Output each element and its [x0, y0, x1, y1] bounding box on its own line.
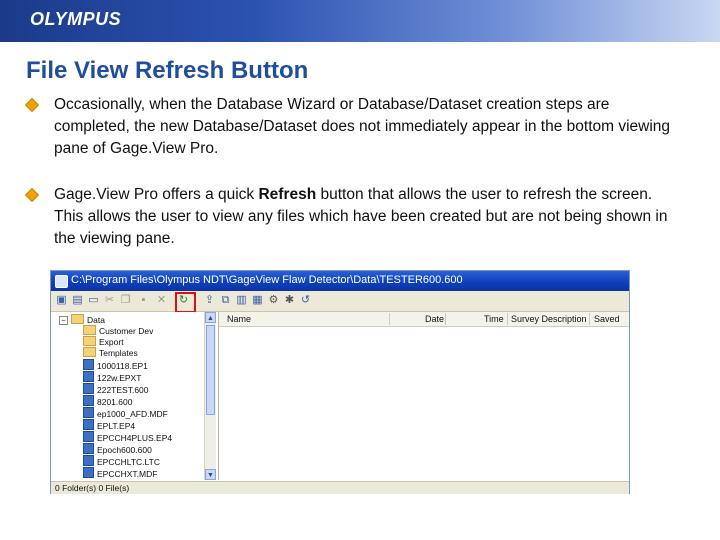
tree-file[interactable]: 8201.600 — [83, 395, 132, 407]
scroll-thumb[interactable] — [206, 325, 215, 415]
folder-tree: − Data Customer Dev Export Templates 100… — [53, 312, 216, 480]
delete-icon[interactable]: ✕ — [155, 294, 168, 307]
bullet-text: Gage.View Pro offers a quick Refresh but… — [54, 186, 668, 247]
file-icon — [83, 383, 94, 394]
file-icon — [83, 443, 94, 454]
toolbar: ▣ ▤ ▭ ✂ ❐ ▪ ✕ ↻ ⇪ ⧉ ▥ ▦ ⚙ ✱ ↺ — [51, 291, 629, 313]
folder-icon — [83, 325, 96, 335]
tree-file[interactable]: Epoch600.600 — [83, 443, 152, 455]
tree-folder[interactable]: Templates — [83, 347, 138, 358]
copy-icon[interactable]: ❐ — [119, 294, 132, 307]
tree-file[interactable]: ep1000_AFD.MDF — [83, 407, 168, 419]
file-icon — [83, 467, 94, 478]
bullet-icon — [24, 187, 40, 203]
file-icon — [83, 359, 94, 370]
header-banner: OLYMPUS — [0, 0, 720, 42]
tools-icon[interactable]: ✱ — [283, 294, 296, 307]
slide-title: File View Refresh Button — [26, 57, 309, 84]
collapse-icon[interactable]: − — [59, 316, 68, 325]
olympus-logo: OLYMPUS — [30, 9, 122, 29]
file-icon — [83, 395, 94, 406]
window-title: C:\Program Files\Olympus NDT\GageView Fl… — [71, 274, 463, 286]
column-saved[interactable]: Saved — [594, 313, 620, 325]
scroll-down-icon[interactable]: ▼ — [205, 469, 216, 480]
bullet-text: Occasionally, when the Database Wizard o… — [54, 96, 671, 157]
folder-icon[interactable]: ▭ — [87, 294, 100, 307]
undo-icon[interactable]: ↺ — [299, 294, 312, 307]
file-icon — [83, 407, 94, 418]
tree-root[interactable]: − Data — [53, 314, 203, 325]
file-list-pane: Name Date Time Survey Description Saved — [218, 312, 629, 480]
folder-up-icon[interactable]: ⇪ — [203, 294, 216, 307]
window-titlebar: C:\Program Files\Olympus NDT\GageView Fl… — [51, 271, 629, 291]
folder-icon — [71, 314, 84, 324]
tree-scrollbar[interactable]: ▲ ▼ — [204, 312, 216, 480]
column-survey-description[interactable]: Survey Description — [511, 313, 587, 325]
tree-file[interactable]: 222TEST.600 — [83, 383, 149, 395]
file-icon — [83, 419, 94, 430]
cut-icon[interactable]: ✂ — [103, 294, 116, 307]
tree-file[interactable]: EPCCHLTC.LTC — [83, 455, 160, 467]
copy-files-icon[interactable]: ⧉ — [219, 294, 232, 307]
app-icon — [55, 275, 68, 288]
tree-file[interactable]: 122w.EPXT — [83, 371, 141, 383]
settings-icon[interactable]: ⚙ — [267, 294, 280, 307]
list-header: Name Date Time Survey Description Saved — [219, 312, 629, 327]
tree-folder[interactable]: Export — [83, 336, 124, 347]
folder-icon — [83, 347, 96, 357]
bullet-icon — [24, 97, 40, 113]
tree-file[interactable]: EPLT.EP4 — [83, 419, 135, 431]
column-date[interactable]: Date — [425, 313, 444, 325]
file-icon — [83, 455, 94, 466]
refresh-highlight-box — [175, 292, 196, 313]
disk-icon[interactable]: ▪ — [137, 294, 150, 307]
grid-icon[interactable]: ▦ — [251, 294, 264, 307]
save-icon[interactable]: ▤ — [71, 294, 84, 307]
tree-file[interactable]: EPCCHXT.MDF — [83, 467, 157, 479]
tree-file[interactable]: EPCCH4PLUS.EP4 — [83, 431, 172, 443]
column-time[interactable]: Time — [484, 313, 504, 325]
scroll-up-icon[interactable]: ▲ — [205, 312, 216, 323]
status-bar: 0 Folder(s) 0 File(s) — [51, 481, 629, 494]
column-name[interactable]: Name — [227, 313, 251, 325]
folder-icon — [83, 336, 96, 346]
database-icon[interactable]: ▣ — [55, 294, 68, 307]
status-text: 0 Folder(s) 0 File(s) — [55, 483, 130, 493]
file-icon — [83, 431, 94, 442]
paste-icon[interactable]: ▥ — [235, 294, 248, 307]
tree-folder[interactable]: Customer Dev — [83, 325, 153, 336]
file-icon — [83, 371, 94, 382]
gageview-window: C:\Program Files\Olympus NDT\GageView Fl… — [50, 270, 630, 494]
tree-file[interactable]: 1000118.EP1 — [83, 359, 148, 371]
